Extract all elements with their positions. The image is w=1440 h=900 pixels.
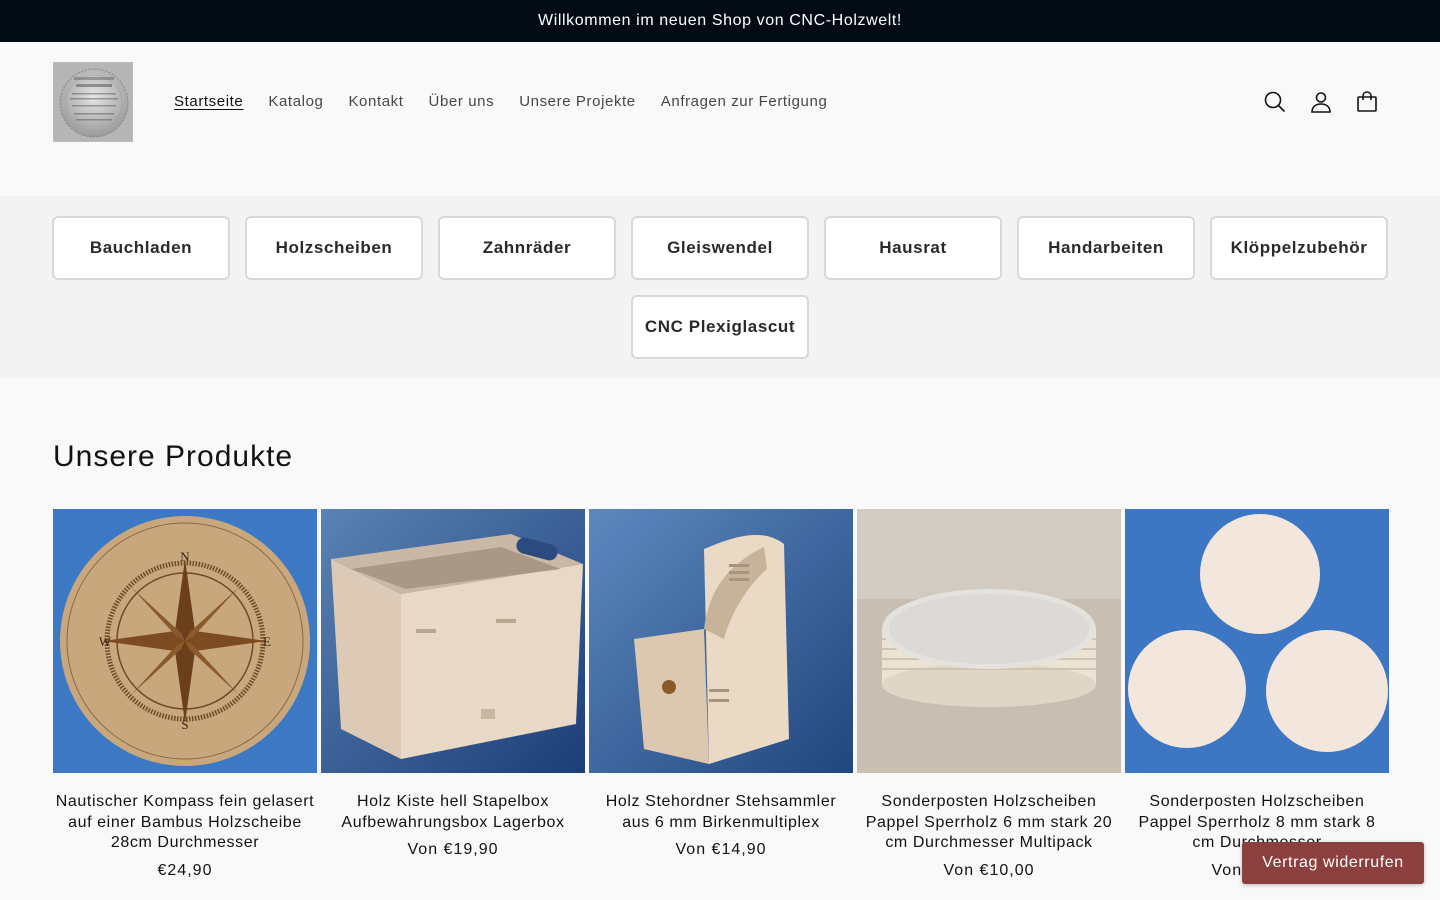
nav-link-kontakt[interactable]: Kontakt — [348, 92, 403, 112]
category-button-handarbeiten[interactable]: Handarbeiten — [1017, 216, 1195, 280]
category-button-hausrat[interactable]: Hausrat — [824, 216, 1002, 280]
search-icon — [1264, 91, 1286, 113]
cart-icon — [1357, 91, 1377, 112]
revoke-contract-button[interactable]: Vertrag widerrufen — [1242, 842, 1424, 884]
product-card[interactable]: Sonderposten Holzscheiben Pappel Sperrho… — [1125, 509, 1389, 880]
category-button-kloeppelzubehoer[interactable]: Klöppelzubehör — [1210, 216, 1388, 280]
nav-link-anfragen-zur-fertigung[interactable]: Anfragen zur Fertigung — [661, 92, 828, 112]
category-button-cnc-plexiglascut[interactable]: CNC Plexiglascut — [631, 295, 809, 359]
category-row: CNC Plexiglascut — [0, 295, 1440, 359]
product-grid: N S W E Nautischer Kompass fein gelasert… — [53, 509, 1389, 880]
product-price: Von €10,00 — [943, 861, 1035, 879]
category-button-gleiswendel[interactable]: Gleiswendel — [631, 216, 809, 280]
product-image-file-holder[interactable] — [589, 509, 853, 773]
announcement-bar: Willkommen im neuen Shop von CNC-Holzwel… — [0, 0, 1440, 42]
product-image-box[interactable] — [321, 509, 585, 773]
search-button[interactable] — [1255, 82, 1295, 122]
nav-link-unsere-projekte[interactable]: Unsere Projekte — [519, 92, 636, 112]
product-card[interactable]: Holz Kiste hell Stapelbox Aufbewahrungsb… — [321, 509, 585, 880]
svg-text:S: S — [181, 717, 188, 732]
site-header: Startseite Katalog Kontakt Über uns Unse… — [0, 42, 1440, 196]
product-image-wood-discs-stack[interactable] — [857, 509, 1121, 773]
header-icons — [1255, 82, 1387, 122]
product-card[interactable]: Holz Stehordner Stehsammler aus 6 mm Bir… — [589, 509, 853, 880]
svg-text:N: N — [180, 549, 190, 564]
product-title[interactable]: Holz Kiste hell Stapelbox Aufbewahrungsb… — [321, 792, 585, 833]
nav-link-startseite[interactable]: Startseite — [174, 92, 243, 112]
product-image-compass[interactable]: N S W E — [53, 509, 317, 773]
cart-button[interactable] — [1347, 82, 1387, 122]
nav-link-ueber-uns[interactable]: Über uns — [429, 92, 495, 112]
product-title[interactable]: Sonderposten Holzscheiben Pappel Sperrho… — [857, 792, 1121, 854]
product-price: Von €14,90 — [675, 841, 767, 858]
category-button-zahnraeder[interactable]: Zahnräder — [438, 216, 616, 280]
products-heading: Unsere Produkte — [53, 440, 294, 473]
main-nav: Startseite Katalog Kontakt Über uns Unse… — [174, 92, 827, 112]
product-card[interactable]: Sonderposten Holzscheiben Pappel Sperrho… — [857, 509, 1121, 880]
announcement-text: Willkommen im neuen Shop von CNC-Holzwel… — [538, 12, 902, 29]
svg-text:W: W — [99, 634, 112, 649]
account-button[interactable] — [1301, 82, 1341, 122]
category-row: Bauchladen Holzscheiben Zahnräder Gleisw… — [0, 216, 1440, 280]
category-section: Bauchladen Holzscheiben Zahnräder Gleisw… — [0, 196, 1440, 378]
category-button-bauchladen[interactable]: Bauchladen — [52, 216, 230, 280]
nav-link-katalog[interactable]: Katalog — [268, 92, 323, 112]
product-price: Von €19,90 — [407, 841, 499, 858]
product-image-wood-discs[interactable] — [1125, 509, 1389, 773]
shop-logo[interactable] — [53, 62, 133, 142]
product-title[interactable]: Holz Stehordner Stehsammler aus 6 mm Bir… — [589, 792, 853, 833]
product-card[interactable]: N S W E Nautischer Kompass fein gelasert… — [53, 509, 317, 880]
product-price: €24,90 — [157, 861, 213, 879]
product-title[interactable]: Nautischer Kompass fein gelasert auf ein… — [53, 792, 317, 854]
category-button-holzscheiben[interactable]: Holzscheiben — [245, 216, 423, 280]
account-icon — [1311, 92, 1331, 113]
svg-text:E: E — [263, 634, 271, 649]
